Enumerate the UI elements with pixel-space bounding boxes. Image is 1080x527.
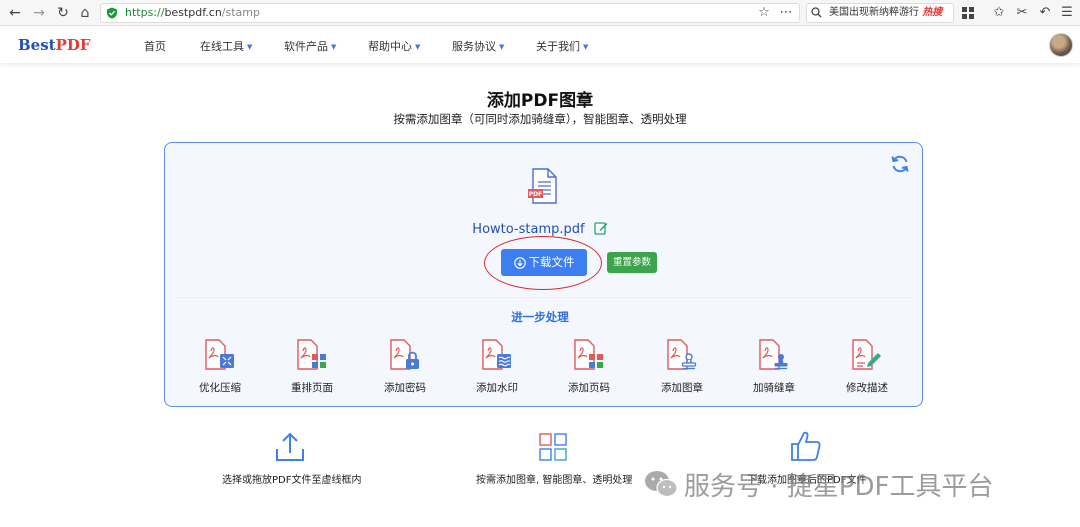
thumbs-up-icon bbox=[791, 431, 821, 461]
file-name-row: Howto-stamp.pdf bbox=[0, 218, 1080, 237]
nav-about[interactable]: 关于我们 ▼ bbox=[536, 38, 588, 54]
reload-icon[interactable]: ↻ bbox=[54, 4, 72, 22]
tool-add-page-number[interactable]: 添加页码 bbox=[554, 338, 624, 395]
page-subtitle: 按需添加图章（可同时添加骑缝章），智能图章、透明处理 bbox=[393, 112, 687, 126]
watermark-text: 服务号 · 捷星PDF工具平台 bbox=[684, 471, 994, 502]
feature-upload-text: 选择或拖放PDF文件至虚线框内 bbox=[222, 475, 362, 486]
stamp-icon bbox=[667, 339, 697, 370]
nav-software[interactable]: 软件产品 ▼ bbox=[284, 38, 336, 54]
page-number-icon bbox=[574, 339, 603, 370]
undo-icon[interactable]: ↶ bbox=[1037, 5, 1053, 21]
tool-add-watermark[interactable]: 添加水印 bbox=[462, 338, 532, 395]
apps-grid-icon[interactable] bbox=[962, 7, 974, 19]
tool-compress[interactable]: 优化压缩 bbox=[185, 338, 255, 395]
compress-icon bbox=[205, 339, 234, 370]
tool-edit-description[interactable]: 修改描述 bbox=[832, 338, 902, 395]
edit-description-icon bbox=[852, 339, 881, 370]
caret-down-icon: ▼ bbox=[499, 43, 505, 51]
scissors-icon[interactable]: ✂ bbox=[1014, 5, 1030, 21]
nav-service-agreement[interactable]: 服务协议 ▼ bbox=[452, 38, 504, 54]
seam-stamp-icon bbox=[759, 339, 788, 370]
caret-down-icon: ▼ bbox=[331, 43, 337, 51]
tool-add-stamp[interactable]: 添加图章 bbox=[647, 338, 717, 395]
grid-icon bbox=[539, 433, 567, 461]
browser-search-box[interactable]: 美国出现新纳粹游行 热搜 bbox=[806, 3, 954, 23]
highlight-annotation bbox=[484, 236, 602, 290]
tool-add-password[interactable]: 添加密码 bbox=[370, 338, 440, 395]
address-bar[interactable]: https://bestpdf.cn/stamp bbox=[100, 3, 800, 23]
reorder-pages-icon bbox=[297, 339, 326, 370]
nav-home[interactable]: 首页 bbox=[144, 38, 166, 54]
refresh-icon[interactable] bbox=[890, 154, 910, 174]
site-header: BestPDF 首页 在线工具 ▼ 软件产品 ▼ 帮助中心 ▼ 服务协议 ▼ 关于我们 ▼ bbox=[0, 27, 1080, 63]
browser-toolbar: ← → ↻ ⌂ https://bestpdf.cn/stamp ☆ ⋯ 美国出… bbox=[0, 0, 1080, 26]
panel-divider bbox=[174, 297, 914, 299]
back-icon[interactable]: ← bbox=[6, 4, 24, 22]
forward-icon[interactable]: → bbox=[30, 4, 48, 22]
password-lock-icon bbox=[390, 339, 419, 370]
user-avatar[interactable] bbox=[1049, 33, 1073, 57]
favorites-icon[interactable]: ✩ bbox=[991, 5, 1007, 21]
nav-help[interactable]: 帮助中心 ▼ bbox=[368, 38, 420, 54]
edit-filename-icon[interactable] bbox=[594, 221, 608, 235]
page-title: 添加PDF图章 bbox=[486, 91, 594, 111]
wechat-watermark: 服务号 · 捷星PDF工具平台 bbox=[644, 466, 993, 502]
further-processing-heading: 进一步处理 bbox=[511, 310, 569, 324]
secure-shield-icon[interactable] bbox=[106, 7, 118, 19]
nav-online-tools[interactable]: 在线工具 ▼ bbox=[200, 38, 252, 54]
more-icon[interactable]: ⋯ bbox=[778, 5, 794, 21]
caret-down-icon: ▼ bbox=[247, 43, 253, 51]
feature-stamp-text: 按需添加图章, 智能图章、透明处理 bbox=[476, 475, 633, 486]
reset-params-button[interactable]: 重置参数 bbox=[607, 252, 657, 273]
pdf-badge-label: PDF bbox=[529, 191, 542, 198]
pdf-file-icon: PDF bbox=[528, 168, 557, 204]
caret-down-icon: ▼ bbox=[583, 43, 589, 51]
home-icon[interactable]: ⌂ bbox=[76, 4, 94, 22]
upload-icon bbox=[276, 432, 304, 461]
search-icon bbox=[811, 7, 822, 18]
watermark-icon bbox=[482, 339, 511, 370]
tool-seam-stamp[interactable]: 加骑缝章 bbox=[739, 338, 809, 395]
site-logo[interactable]: BestPDF bbox=[18, 36, 91, 54]
menu-icon[interactable]: ☰ bbox=[1059, 5, 1075, 21]
wechat-logo-icon bbox=[645, 471, 678, 498]
tool-reorder-pages[interactable]: 重排页面 bbox=[277, 338, 347, 395]
caret-down-icon: ▼ bbox=[415, 43, 421, 51]
file-name: Howto-stamp.pdf bbox=[472, 222, 585, 237]
bookmark-star-icon[interactable]: ☆ bbox=[756, 5, 772, 21]
